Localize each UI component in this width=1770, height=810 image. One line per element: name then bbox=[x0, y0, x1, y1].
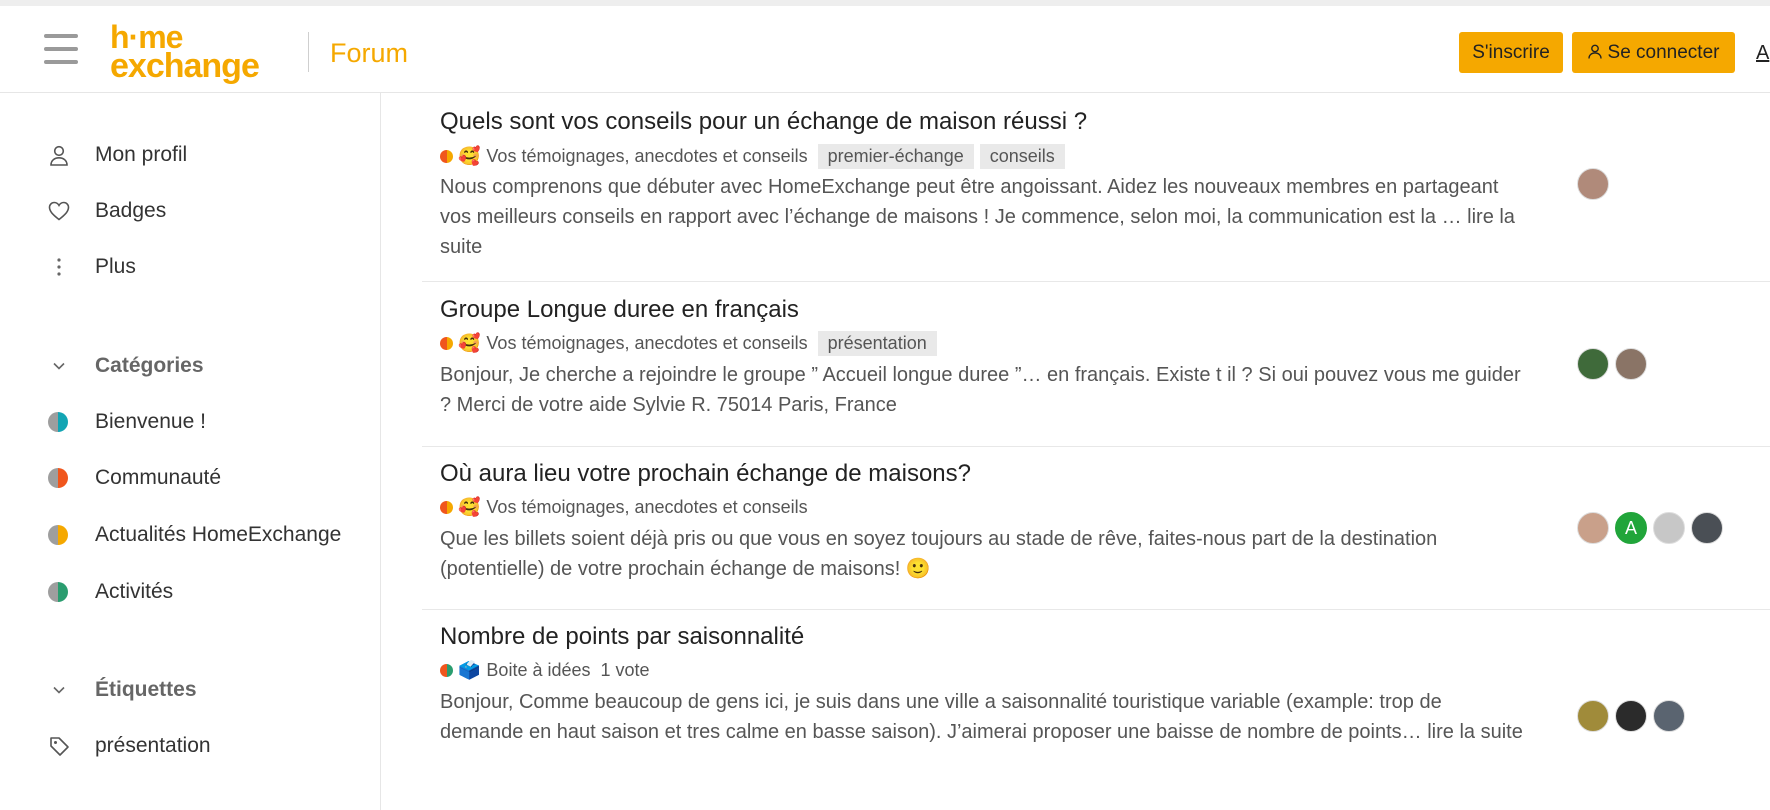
truncated-link[interactable]: A bbox=[1756, 42, 1769, 65]
topic-category-link[interactable]: Boite à idées bbox=[486, 660, 590, 681]
smiling-hearts-emoji-icon: 🥰 bbox=[458, 145, 481, 167]
avatar[interactable] bbox=[1577, 512, 1609, 544]
smiling-hearts-emoji-icon: 🥰 bbox=[458, 496, 481, 518]
chevron-down-icon bbox=[48, 679, 70, 701]
hamburger-menu-icon[interactable] bbox=[44, 34, 78, 68]
homeexchange-logo[interactable]: h·me exchange bbox=[110, 20, 295, 84]
sidebar-item-label: Activités bbox=[95, 580, 174, 603]
topic-tag[interactable]: premier-échange bbox=[817, 143, 974, 169]
category-color-badge bbox=[440, 500, 453, 514]
topic-title[interactable]: Nombre de points par saisonnalité bbox=[440, 623, 804, 651]
login-button-label: Se connecter bbox=[1607, 42, 1720, 63]
sidebar-item-category-communaute[interactable]: Communauté bbox=[48, 458, 221, 498]
sidebar-item-label: Badges bbox=[95, 199, 167, 222]
avatar[interactable] bbox=[1577, 700, 1609, 732]
category-color-badge bbox=[48, 582, 68, 602]
avatar[interactable] bbox=[1615, 348, 1647, 380]
topic-row[interactable]: Groupe Longue duree en français 🥰 Vos té… bbox=[422, 282, 1770, 447]
forum-section-title[interactable]: Forum bbox=[330, 38, 408, 69]
sidebar-item-label: Plus bbox=[95, 255, 136, 278]
topic-meta: 🥰 Vos témoignages, anecdotes et conseils… bbox=[440, 330, 943, 356]
sidebar-item-profile[interactable]: Mon profil bbox=[48, 135, 187, 175]
topic-row[interactable]: Où aura lieu votre prochain échange de m… bbox=[422, 447, 1770, 610]
category-color-badge bbox=[48, 525, 68, 545]
topic-excerpt-text: Que les billets soient déjà pris ou que … bbox=[440, 528, 1438, 580]
sidebar-item-more[interactable]: Plus bbox=[48, 247, 136, 287]
category-color-badge bbox=[440, 149, 453, 163]
avatar[interactable] bbox=[1691, 512, 1723, 544]
user-icon bbox=[1587, 44, 1602, 59]
topic-participants bbox=[1577, 348, 1653, 380]
more-vertical-icon bbox=[48, 256, 70, 278]
topic-participants bbox=[1577, 700, 1691, 732]
avatar[interactable] bbox=[1615, 700, 1647, 732]
topic-participants bbox=[1577, 168, 1615, 200]
avatar[interactable] bbox=[1653, 512, 1685, 544]
sidebar-item-category-bienvenue[interactable]: Bienvenue ! bbox=[48, 402, 206, 442]
signup-button[interactable]: S'inscrire bbox=[1459, 32, 1563, 73]
topic-title[interactable]: Où aura lieu votre prochain échange de m… bbox=[440, 460, 971, 488]
logo-divider bbox=[308, 32, 309, 72]
topic-excerpt: Nous comprenons que débuter avec HomeExc… bbox=[440, 172, 1530, 262]
topic-excerpt-text: Bonjour, Comme beaucoup de gens ici, je … bbox=[440, 691, 1442, 743]
ballot-box-emoji-icon: 🗳️ bbox=[458, 659, 481, 681]
topic-title[interactable]: Groupe Longue duree en français bbox=[440, 296, 799, 324]
sidebar-item-label: Actualités HomeExchange bbox=[95, 523, 342, 546]
topic-category-link[interactable]: Vos témoignages, anecdotes et conseils bbox=[486, 497, 807, 518]
login-button[interactable]: Se connecter bbox=[1572, 32, 1735, 73]
topic-excerpt-text: Nous comprenons que débuter avec HomeExc… bbox=[440, 176, 1499, 228]
topic-meta: 🥰 Vos témoignages, anecdotes et conseils… bbox=[440, 143, 1071, 169]
user-icon bbox=[48, 144, 70, 166]
sidebar-item-tag-presentation[interactable]: présentation bbox=[48, 726, 211, 766]
heart-icon bbox=[48, 200, 70, 222]
topic-row[interactable]: Quels sont vos conseils pour un échange … bbox=[422, 93, 1770, 282]
avatar-letter[interactable]: A bbox=[1615, 512, 1647, 544]
topic-meta: 🗳️ Boite à idées 1 vote bbox=[440, 657, 650, 683]
topic-row[interactable]: Nombre de points par saisonnalité 🗳️ Boi… bbox=[422, 610, 1770, 810]
sidebar-item-category-activites[interactable]: Activités bbox=[48, 572, 173, 612]
tags-section-toggle[interactable]: Étiquettes bbox=[48, 670, 197, 710]
category-color-badge bbox=[48, 412, 68, 432]
tags-heading: Étiquettes bbox=[95, 678, 197, 701]
category-color-badge bbox=[440, 663, 453, 677]
chevron-down-icon bbox=[48, 355, 70, 377]
topic-category-link[interactable]: Vos témoignages, anecdotes et conseils bbox=[486, 333, 807, 354]
sidebar-item-label: présentation bbox=[95, 734, 211, 757]
topic-participants: A bbox=[1577, 512, 1729, 544]
smiling-hearts-emoji-icon: 🥰 bbox=[458, 332, 481, 354]
tag-icon bbox=[48, 735, 70, 757]
sidebar-item-label: Mon profil bbox=[95, 143, 188, 166]
topic-excerpt: Que les billets soient déjà pris ou que … bbox=[440, 524, 1530, 584]
topic-excerpt-text: Bonjour, Je cherche a rejoindre le group… bbox=[440, 364, 1521, 416]
category-color-badge bbox=[48, 468, 68, 488]
sidebar-item-label: Bienvenue ! bbox=[95, 410, 206, 433]
topic-meta: 🥰 Vos témoignages, anecdotes et conseils bbox=[440, 494, 818, 520]
categories-section-toggle[interactable]: Catégories bbox=[48, 346, 204, 386]
topic-tag[interactable]: présentation bbox=[817, 330, 937, 356]
sidebar-item-category-actualites[interactable]: Actualités HomeExchange bbox=[48, 515, 341, 555]
sidebar-item-badges[interactable]: Badges bbox=[48, 191, 166, 231]
topic-excerpt: Bonjour, Comme beaucoup de gens ici, je … bbox=[440, 687, 1530, 747]
topic-tag[interactable]: conseils bbox=[979, 143, 1065, 169]
avatar[interactable] bbox=[1577, 348, 1609, 380]
logo-line-2: exchange bbox=[110, 47, 260, 85]
avatar[interactable] bbox=[1577, 168, 1609, 200]
sidebar: Mon profil Badges Plus Catégories Bienve… bbox=[0, 93, 381, 810]
sidebar-item-label: Communauté bbox=[95, 466, 222, 489]
topic-list: Quels sont vos conseils pour un échange … bbox=[422, 93, 1770, 810]
topic-excerpt: Bonjour, Je cherche a rejoindre le group… bbox=[440, 360, 1530, 420]
site-header: h·me exchange Forum S'inscrire Se connec… bbox=[0, 6, 1770, 93]
topic-category-link[interactable]: Vos témoignages, anecdotes et conseils bbox=[486, 146, 807, 167]
topic-title[interactable]: Quels sont vos conseils pour un échange … bbox=[440, 108, 1087, 136]
vote-count: 1 vote bbox=[600, 659, 650, 680]
avatar[interactable] bbox=[1653, 700, 1685, 732]
category-color-badge bbox=[440, 336, 453, 350]
read-more-link[interactable]: lire la suite bbox=[1427, 721, 1523, 743]
categories-heading: Catégories bbox=[95, 354, 204, 377]
